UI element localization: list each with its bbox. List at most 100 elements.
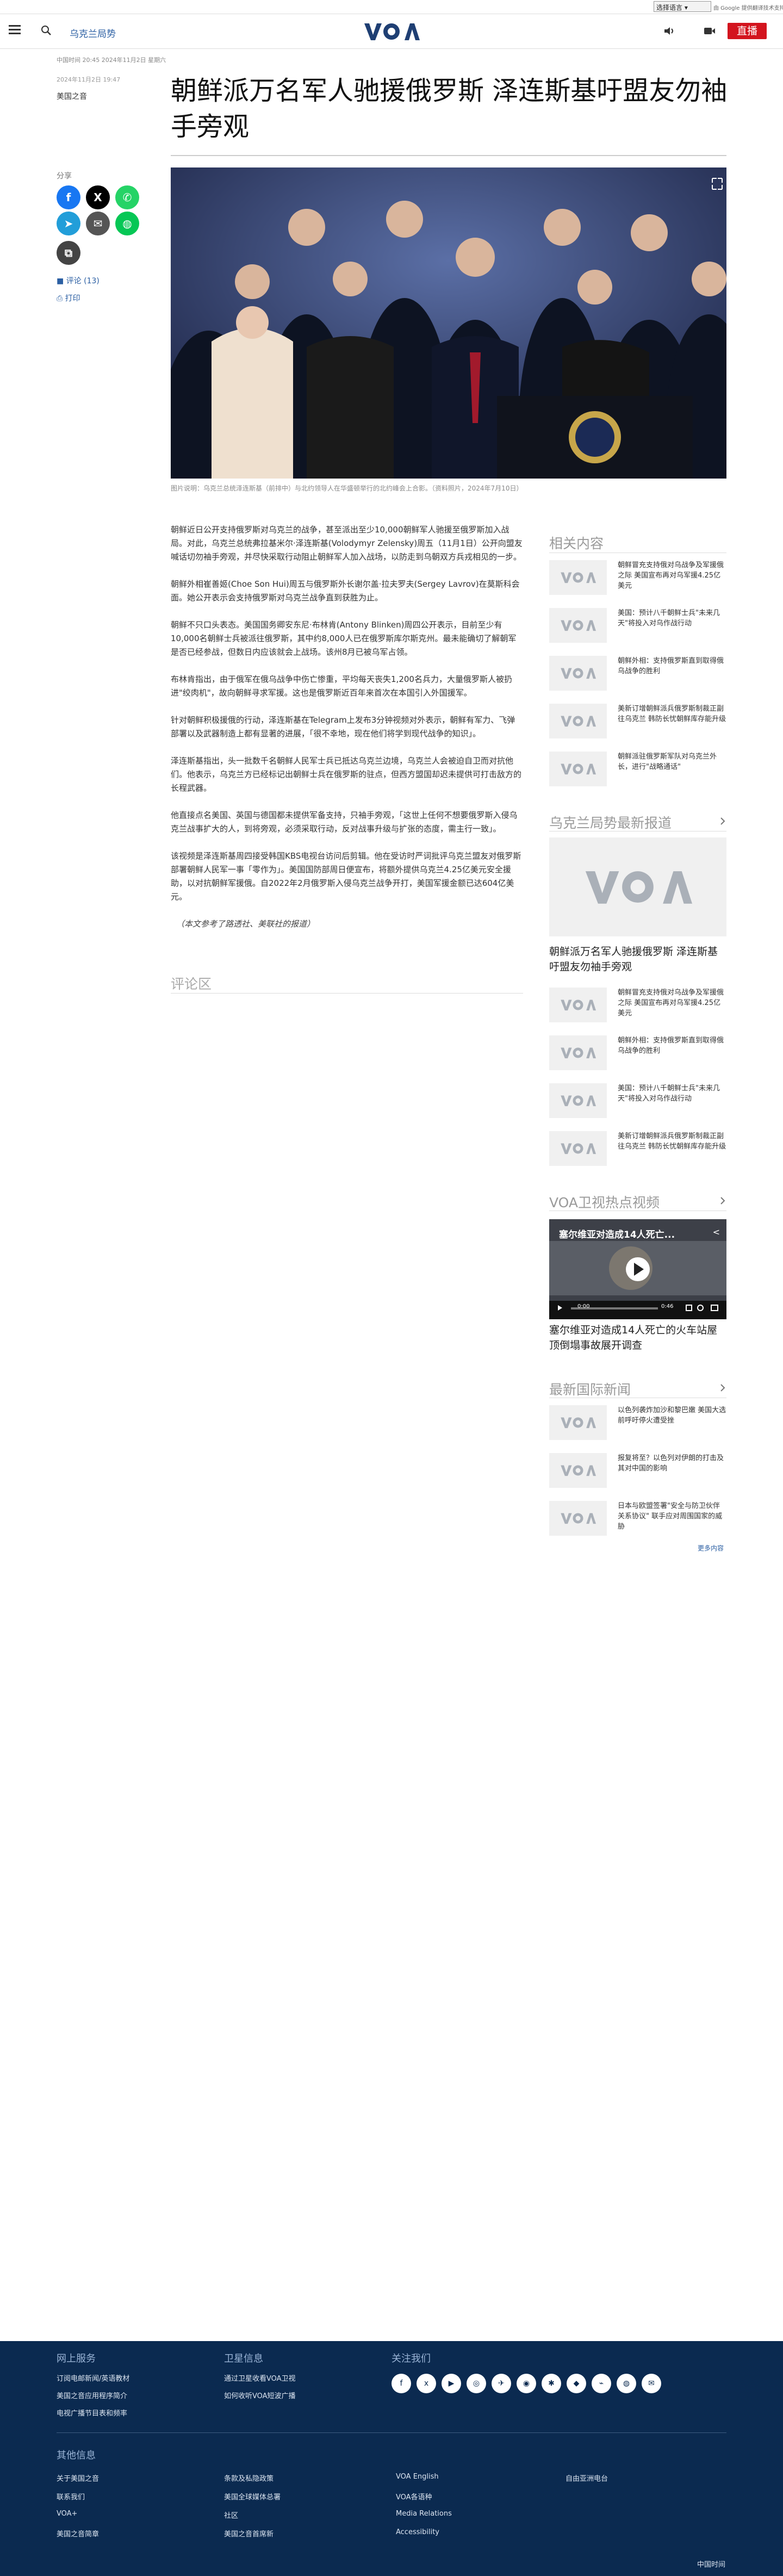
telegram-share-icon[interactable]: ➤ [57,212,80,235]
youtube-icon[interactable]: ▶ [442,2374,461,2393]
thumbnail-placeholder [549,1083,607,1118]
world-item[interactable]: 报复将至？以色列对伊朗的打击及其对中国的影响 [549,1453,726,1488]
latest-item[interactable]: 美新订增朝鲜派兵俄罗斯制裁正副往乌克兰 韩防长忧朝鲜库存能升级 [549,1131,726,1166]
voa-logo[interactable] [363,22,420,41]
section-link[interactable]: 乌克兰局势 [70,26,116,40]
threads-icon[interactable]: ◉ [517,2374,536,2393]
footer-link[interactable]: 电视广播节目表和频率 [57,2407,127,2418]
line-icon[interactable]: ◍ [617,2374,636,2393]
more-link[interactable]: 更多内容 [698,1543,724,1553]
print-link[interactable]: ⎙ 打印 [57,293,80,303]
x-share-icon[interactable]: X [86,185,110,209]
footer-link[interactable]: 关于美国之音 [57,2473,99,2483]
footer-link[interactable]: 美国之音应用程序简介 [57,2390,127,2400]
video-icon[interactable] [704,26,716,36]
related-item[interactable]: 美国：预计八千朝鲜士兵"未来几天"将投入对乌作战行动 [549,608,726,643]
world-item[interactable]: 以色列袭炸加沙和黎巴嫩 美国大选前呼吁停火遭受挫 [549,1405,726,1440]
paragraph: 泽连斯基指出，头一批数千名朝鲜人民军士兵已抵达乌克兰边境，乌克兰人会被迫自卫而对… [171,756,522,793]
video-time-total: 0:46 [661,1303,674,1309]
email-share-icon[interactable]: ✉ [86,212,110,235]
line-share-icon[interactable]: ◍ [115,212,139,235]
footer-satellite-heading: 卫星信息 [224,2353,263,2364]
video-heading[interactable]: VOA卫视热点视频 [549,1192,660,1212]
related-item[interactable]: 朝鲜外相：支持俄罗斯直到取得俄乌战争的胜利 [549,656,726,691]
latest-heading[interactable]: 乌克兰局势最新报道 [549,812,672,832]
latest-item-title: 美新订增朝鲜派兵俄罗斯制裁正副往乌克兰 韩防长忧朝鲜库存能升级 [618,1132,726,1151]
latest-item-title: 美国：预计八千朝鲜士兵"未来几天"将投入对乌作战行动 [618,1084,720,1103]
language-select-label: 选择语言 [656,4,683,11]
latest-lead-title[interactable]: 朝鲜派万名军人驰援俄罗斯 泽连斯基吁盟友勿袖手旁观 [549,944,726,974]
world-item[interactable]: 日本与欧盟签署"安全与防卫伙伴关系协议" 联手应对周围国家的威胁 [549,1501,726,1536]
share-icon[interactable]: < [713,1227,720,1237]
related-item[interactable]: 美新订增朝鲜派兵俄罗斯制裁正副往乌克兰 韩防长忧朝鲜库存能升级 [549,704,726,738]
x-icon[interactable]: x [417,2374,436,2393]
chevron-right-icon[interactable] [719,1384,726,1392]
facebook-icon[interactable]: f [391,2374,411,2393]
latest-item[interactable]: 朝鲜外相：支持俄罗斯直到取得俄乌战争的胜利 [549,1035,726,1070]
chevron-right-icon[interactable] [719,817,726,825]
footer-link[interactable]: VOA各语种 [396,2491,432,2501]
world-heading[interactable]: 最新国际新闻 [549,1379,631,1399]
related-item[interactable]: 朝鲜派驻俄罗斯军队对乌克兰外长，进行"战略通话" [549,752,726,786]
related-heading: 相关内容 [549,536,604,551]
thumbnail-placeholder [549,1453,607,1488]
video-title[interactable]: 塞尔维亚对造成14人死亡的火车站屋顶倒塌事故展开调查 [549,1323,726,1353]
footer-link[interactable]: 联系我们 [57,2491,85,2501]
latest-item[interactable]: 美国：预计八千朝鲜士兵"未来几天"将投入对乌作战行动 [549,1083,726,1118]
podcast-icon[interactable]: ◆ [567,2374,586,2393]
video-player[interactable]: 塞尔维亚对造成14人死亡... < 0:00 0:46 [549,1219,726,1319]
footer-link[interactable]: 美国全球媒体总署 [224,2491,281,2501]
comments-link[interactable]: ■ 评论 (13) [57,275,100,286]
print-link-label: 打印 [65,294,80,303]
thumbnail-placeholder [549,656,607,691]
footer-divider [57,2432,726,2433]
footer-link[interactable]: 通过卫星收看VOA卫视 [224,2373,296,2383]
footer-link[interactable]: 自由亚洲电台 [566,2473,608,2483]
telegram-icon[interactable]: ✈ [492,2374,511,2393]
paragraph: 布林肯指出，由于俄军在俄乌战争中伤亡惨重，平均每天丧失1,200名兵力，大量俄罗… [171,674,512,698]
paragraph: 朝鲜外相崔善姬(Choe Son Hui)周五与俄罗斯外长谢尔盖·拉夫罗夫(Se… [171,579,520,603]
rss-icon[interactable]: ⌁ [592,2374,611,2393]
world-item-title: 以色列袭炸加沙和黎巴嫩 美国大选前呼吁停火遭受挫 [618,1406,726,1425]
latest-item[interactable]: 朝鲜冒充支持俄对乌战争及军援俄之际 美国宣布再对乌军援4.25亿美元 [549,988,726,1022]
page: { "translate": {"select_label": "选择语言", … [0,0,783,2576]
footer-link[interactable]: VOA English [396,2473,439,2481]
thumbnail-placeholder [549,1405,607,1440]
footer-link[interactable]: 条款及私隐政策 [224,2473,274,2483]
source-note: （本文参考了路透社、美联社的报道） [176,919,315,929]
footer-link[interactable]: 美国之音首席新 [224,2528,274,2538]
footer-link[interactable]: 如何收听VOA短波广播 [224,2390,296,2400]
copy-link-icon[interactable]: ⧉ [57,241,80,265]
translate-credit: 由 Google 提供翻译技术支持 [713,5,783,11]
footer-link[interactable]: 社区 [224,2510,238,2520]
footer-link[interactable]: VOA+ [57,2510,77,2518]
author[interactable]: 美国之音 [57,91,87,102]
live-button[interactable]: 直播 [728,23,767,39]
email-icon[interactable]: ✉ [642,2374,661,2393]
related-item-title: 朝鲜外相：支持俄罗斯直到取得俄乌战争的胜利 [618,657,724,675]
chevron-right-icon[interactable] [719,1197,726,1205]
thumbnail-placeholder [549,1035,607,1070]
article-body: 朝鲜近日公开支持俄罗斯对乌克兰的战争，甚至派出至少10,000朝鲜军人驰援至俄罗… [171,523,523,945]
latest-lead-thumbnail[interactable] [549,837,726,936]
related-item[interactable]: 朝鲜冒充支持俄对乌战争及军援俄之际 美国宣布再对乌军援4.25亿美元 [549,560,726,595]
instagram-icon[interactable]: ◎ [467,2374,486,2393]
world-item-title: 报复将至？以色列对伊朗的打击及其对中国的影响 [618,1454,724,1473]
facebook-share-icon[interactable]: f [57,185,80,209]
whatsapp-share-icon[interactable]: ✆ [115,185,139,209]
search-icon[interactable] [40,24,52,36]
footer-link[interactable]: Media Relations [396,2510,452,2518]
related-item-title: 朝鲜派驻俄罗斯军队对乌克兰外长，进行"战略通话" [618,753,717,771]
footer-link[interactable]: 美国之音简章 [57,2528,99,2538]
weibo-icon[interactable]: ✱ [542,2374,561,2393]
publish-date: 2024年11月2日 19:47 [57,76,121,83]
footer-link[interactable]: Accessibility [396,2528,439,2536]
title-divider [171,155,726,156]
menu-icon[interactable] [9,25,21,35]
audio-icon[interactable] [663,26,675,36]
footer-language[interactable]: 中国时间 [697,2559,725,2569]
language-select[interactable]: 选择语言 ▾ [654,1,711,12]
dateline: 中国时间 20:45 2024年11月2日 星期六 [57,57,166,64]
paragraph: 针对朝鲜积极援俄的行动，泽连斯基在Telegram上发布3分钟视频对外表示，朝鲜… [171,715,515,738]
footer-link[interactable]: 订阅电邮新闻/英语教材 [57,2373,129,2383]
